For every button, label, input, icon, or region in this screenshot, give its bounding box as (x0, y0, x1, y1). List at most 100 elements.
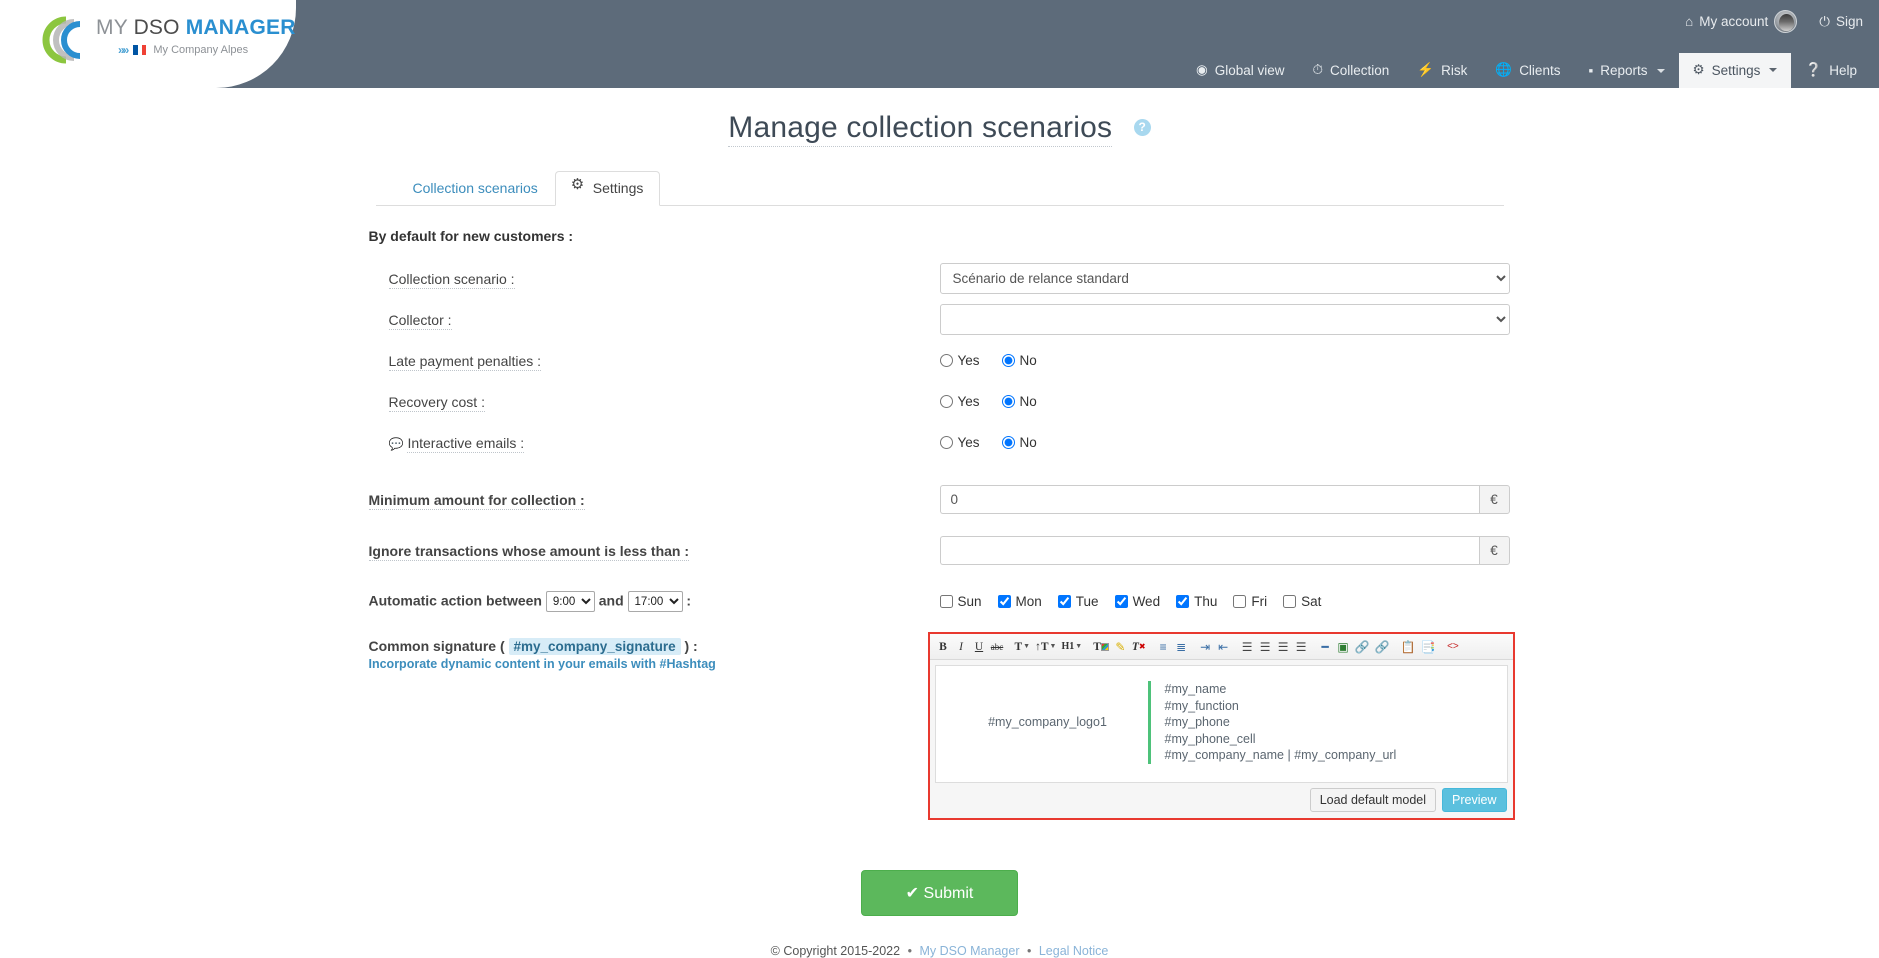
font-color-icon[interactable]: T (1091, 638, 1111, 656)
label-ignore-transactions: Ignore transactions whose amount is less… (368, 542, 690, 561)
source-code-icon[interactable]: <> (1444, 638, 1461, 656)
late-penalties-no-option[interactable]: No (1001, 353, 1037, 368)
highlight-color-icon[interactable]: ✎ (1112, 638, 1129, 656)
horizontal-rule-icon[interactable]: ━ (1317, 638, 1334, 656)
nav-label: Help (1829, 62, 1857, 78)
ignore-transactions-input[interactable] (939, 536, 1479, 565)
nav-item-help[interactable]: ❔ Help (1791, 53, 1871, 88)
common-signature-hint[interactable]: Incorporate dynamic content in your emai… (369, 657, 928, 671)
font-size-icon[interactable]: ↑T ▼ (1033, 638, 1058, 656)
footer-separator: • (1026, 944, 1032, 958)
recovery-cost-no-radio[interactable] (1001, 395, 1015, 408)
insert-image-icon[interactable]: ▣ (1335, 638, 1352, 656)
nav-item-clients[interactable]: 🌐 Clients (1481, 53, 1574, 88)
control-automatic-action-days: Sun Mon Tue Wed Thu Fri Sat (939, 594, 1515, 609)
day-mon-checkbox[interactable] (997, 595, 1011, 608)
bolt-icon: ⚡ (1417, 62, 1435, 77)
day-thu-option[interactable]: Thu (1176, 594, 1217, 609)
unordered-list-icon[interactable]: ≡ (1155, 638, 1172, 656)
day-fri-option[interactable]: Fri (1233, 594, 1267, 609)
day-tue-option[interactable]: Tue (1057, 594, 1099, 609)
day-label: Sun (957, 594, 982, 609)
day-wed-checkbox[interactable] (1114, 595, 1128, 608)
indent-icon[interactable]: ⇥ (1197, 638, 1214, 656)
tab-collection-scenarios[interactable]: Collection scenarios (396, 171, 555, 205)
interactive-emails-yes-radio[interactable] (939, 436, 953, 449)
recovery-cost-no-option[interactable]: No (1001, 394, 1037, 409)
align-center-icon[interactable]: ☰ (1257, 638, 1274, 656)
brand-logo[interactable]: MY DSO MANAGER »» My Company Alpes (36, 12, 295, 70)
minimum-amount-input[interactable] (939, 485, 1479, 514)
tab-bar: Collection scenarios Settings (375, 171, 1504, 206)
load-default-model-button[interactable]: Load default model (1309, 788, 1437, 812)
recovery-cost-yes-option[interactable]: Yes (939, 394, 980, 409)
font-name-icon[interactable]: T ▼ (1013, 638, 1033, 656)
row-interactive-emails: 💬 Interactive emails : Yes No (365, 422, 1515, 463)
interactive-emails-no-option[interactable]: No (1001, 435, 1037, 450)
paste-icon[interactable]: 📋 (1399, 638, 1418, 656)
align-left-icon[interactable]: ☰ (1239, 638, 1256, 656)
insert-link-icon[interactable]: 🔗 (1353, 638, 1372, 656)
collector-select[interactable] (939, 304, 1510, 335)
late-penalties-no-radio[interactable] (1001, 354, 1015, 367)
avatar[interactable] (1774, 10, 1798, 33)
my-account-link[interactable]: ⌂ My account (1685, 10, 1798, 33)
row-minimum-amount: Minimum amount for collection : € (365, 479, 1515, 520)
ordered-list-icon[interactable]: ≣ (1173, 638, 1190, 656)
italic-icon[interactable]: I (953, 638, 970, 656)
nav-item-risk[interactable]: ⚡ Risk (1403, 53, 1481, 88)
signature-table: #my_company_logo1 #my_name #my_function … (948, 676, 1495, 764)
align-justify-icon[interactable]: ☰ (1293, 638, 1310, 656)
late-penalties-yes-radio[interactable] (939, 354, 953, 367)
french-flag-icon (133, 45, 147, 55)
day-wed-option[interactable]: Wed (1114, 594, 1160, 609)
recovery-cost-yes-radio[interactable] (939, 395, 953, 408)
page-content: Manage collection scenarios ? Collection… (0, 88, 1879, 958)
paste-as-text-icon[interactable]: 📑 (1418, 638, 1437, 656)
nav-item-reports[interactable]: ▪ Reports (1574, 54, 1678, 88)
day-sun-option[interactable]: Sun (939, 594, 982, 609)
footer-link-legal[interactable]: Legal Notice (1039, 944, 1109, 958)
day-sun-checkbox[interactable] (939, 595, 953, 608)
automatic-action-from-select[interactable]: 9:00 (545, 591, 595, 612)
day-label: Tue (1075, 594, 1099, 609)
row-recovery-cost: Recovery cost : Yes No (365, 381, 1515, 422)
preview-button[interactable]: Preview (1442, 788, 1507, 812)
day-mon-option[interactable]: Mon (997, 594, 1042, 609)
editor-content-area[interactable]: #my_company_logo1 #my_name #my_function … (934, 665, 1508, 783)
outdent-icon[interactable]: ⇤ (1215, 638, 1232, 656)
remove-link-icon[interactable]: 🔗 (1373, 638, 1392, 656)
main-navigation: ◉ Global view ⏱ Collection ⚡ Risk 🌐 Clie… (1182, 52, 1871, 88)
remove-format-icon[interactable]: T ✖ (1130, 638, 1148, 656)
underline-icon[interactable]: U (971, 638, 988, 656)
logo-text: MY DSO MANAGER (96, 16, 296, 40)
late-penalties-yes-option[interactable]: Yes (939, 353, 980, 368)
day-fri-checkbox[interactable] (1233, 595, 1247, 608)
day-tue-checkbox[interactable] (1057, 595, 1071, 608)
automatic-action-to-select[interactable]: 17:00 (627, 591, 683, 612)
page-title: Manage collection scenarios ? (0, 111, 1879, 147)
radio-label: Yes (957, 394, 980, 409)
interactive-emails-yes-option[interactable]: Yes (939, 435, 980, 450)
tab-settings[interactable]: Settings (554, 171, 661, 206)
submit-label: Submit (923, 885, 974, 902)
nav-item-global-view[interactable]: ◉ Global view (1182, 53, 1299, 88)
collection-scenario-select[interactable]: Scénario de relance standard (939, 263, 1510, 294)
footer-link-mydso[interactable]: My DSO Manager (919, 944, 1019, 958)
nav-item-settings[interactable]: ⚙ Settings (1678, 53, 1792, 88)
align-right-icon[interactable]: ☰ (1275, 638, 1292, 656)
help-badge-icon[interactable]: ? (1133, 119, 1151, 136)
strikethrough-icon[interactable]: abc (989, 638, 1006, 656)
day-sat-option[interactable]: Sat (1283, 594, 1321, 609)
day-thu-checkbox[interactable] (1176, 595, 1190, 608)
nav-item-collection[interactable]: ⏱ Collection (1299, 53, 1404, 88)
day-sat-checkbox[interactable] (1283, 595, 1297, 608)
bold-icon[interactable]: B (935, 638, 952, 656)
submit-button[interactable]: ✔ Submit (860, 870, 1019, 916)
heading-icon[interactable]: H1 ▼ (1059, 638, 1084, 656)
interactive-emails-no-radio[interactable] (1001, 436, 1015, 449)
toolbar-separator (1149, 638, 1154, 656)
tab-label: Settings (592, 180, 644, 196)
eye-icon: ◉ (1195, 62, 1208, 77)
signout-link[interactable]: ⏻ Sign (1819, 14, 1863, 30)
